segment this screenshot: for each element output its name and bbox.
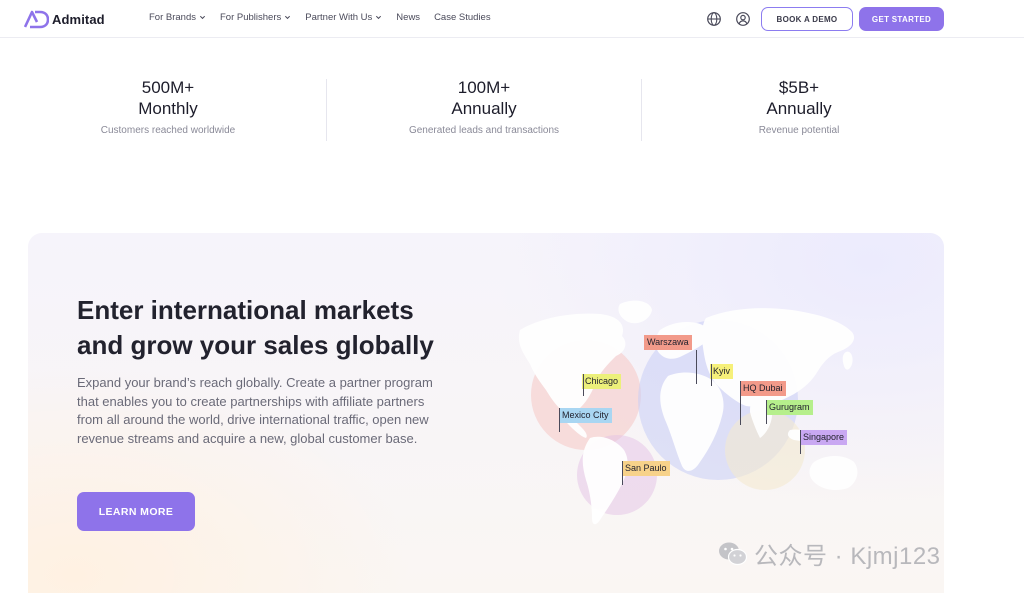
menu-label: For Brands [149,12,196,23]
top-navigation: Admitad For Brands For Publishers Partne… [0,0,1024,38]
menu-for-publishers[interactable]: For Publishers [220,12,291,23]
map-pin-singapore: Singapore [800,430,848,445]
map-pin-line [740,381,741,425]
user-icon[interactable] [735,11,751,27]
watermark-text: 公众号 · Kjmj123 [754,543,941,570]
menu-news[interactable]: News [396,12,420,23]
map-pin-line [583,374,584,396]
map-pin-kyiv: Kyiv [710,364,734,379]
menu-label: Case Studies [434,12,491,23]
stat-period: Annually [451,99,517,118]
stat-description: Generated leads and transactions [408,125,560,136]
chevron-down-icon [199,15,206,20]
menu-label: News [396,12,421,23]
map-pin-chicago: Chicago [582,374,622,389]
wechat-icon [719,542,748,565]
map-pin-label: San Paulo [625,463,667,473]
map-pin-label: Warszawa [647,337,689,347]
watermark: 公众号 · Kjmj123 [718,536,941,571]
map-pin-hq-dubai: HQ Dubai [740,381,786,396]
admitad-logo-icon [24,10,49,29]
map-pin-label: Chicago [585,376,619,386]
stat-leads: 100M+ Annually Generated leads and trans… [334,78,634,136]
map-pin-warszawa: Warszawa [644,335,692,350]
main-menu: For Brands For Publishers Partner With U… [149,12,505,23]
stat-period: Monthly [138,99,198,118]
stat-value: $5B+ [778,78,820,97]
map-pin-label: Kyiv [713,366,731,376]
map-pin-line [622,461,623,485]
menu-case-studies[interactable]: Case Studies [434,12,491,23]
chevron-down-icon [285,15,291,20]
globe-icon[interactable] [706,11,722,27]
map-pin-line [800,430,801,454]
map-pin-label: HQ Dubai [743,383,783,393]
logo-text: Admitad [52,11,105,27]
stat-revenue: $5B+ Annually Revenue potential [649,78,949,136]
stat-divider [641,79,642,141]
stat-value: 100M+ [457,78,511,97]
map-pin-gurugram: Gurugram [766,400,813,415]
chevron-down-icon [376,15,382,20]
menu-label: Partner With Us [305,12,373,23]
map-pin-san-paulo: San Paulo [622,461,670,476]
stat-value: 500M+ [141,78,195,97]
stat-description: Revenue potential [758,125,840,136]
map-pin-label: Mexico City [562,410,609,420]
map-pin-line [766,400,767,424]
world-map: Warszawa Kyiv Chicago HQ Dubai Gurugram … [500,290,880,540]
hero-title-line: Enter international markets [77,295,414,325]
hero-title: Enter international markets and grow you… [77,293,497,363]
hero-description: Expand your brand’s reach globally. Crea… [77,375,433,446]
stat-period: Annually [766,99,832,118]
menu-for-brands[interactable]: For Brands [149,12,206,23]
map-pin-mexico-city: Mexico City [559,408,612,423]
learn-more-button[interactable]: LEARN MORE [77,492,195,531]
map-pin-label: Gurugram [769,402,810,412]
map-pin-line [711,364,712,386]
world-map-graphic [518,300,858,525]
stat-divider [326,79,327,141]
menu-partner-with-us[interactable]: Partner With Us [305,12,382,23]
get-started-button[interactable]: GET STARTED [859,7,944,31]
stat-customers: 500M+ Monthly Customers reached worldwid… [18,78,318,136]
map-pin-line [696,350,697,384]
map-pin-line [559,408,560,432]
menu-label: For Publishers [220,12,282,23]
stat-description: Customers reached worldwide [100,125,236,136]
map-pin-label: Singapore [803,432,845,442]
admitad-logo[interactable]: Admitad [24,9,105,29]
hero-title-line: and grow your sales globally [77,330,434,360]
book-demo-button[interactable]: BOOK A DEMO [761,7,853,31]
